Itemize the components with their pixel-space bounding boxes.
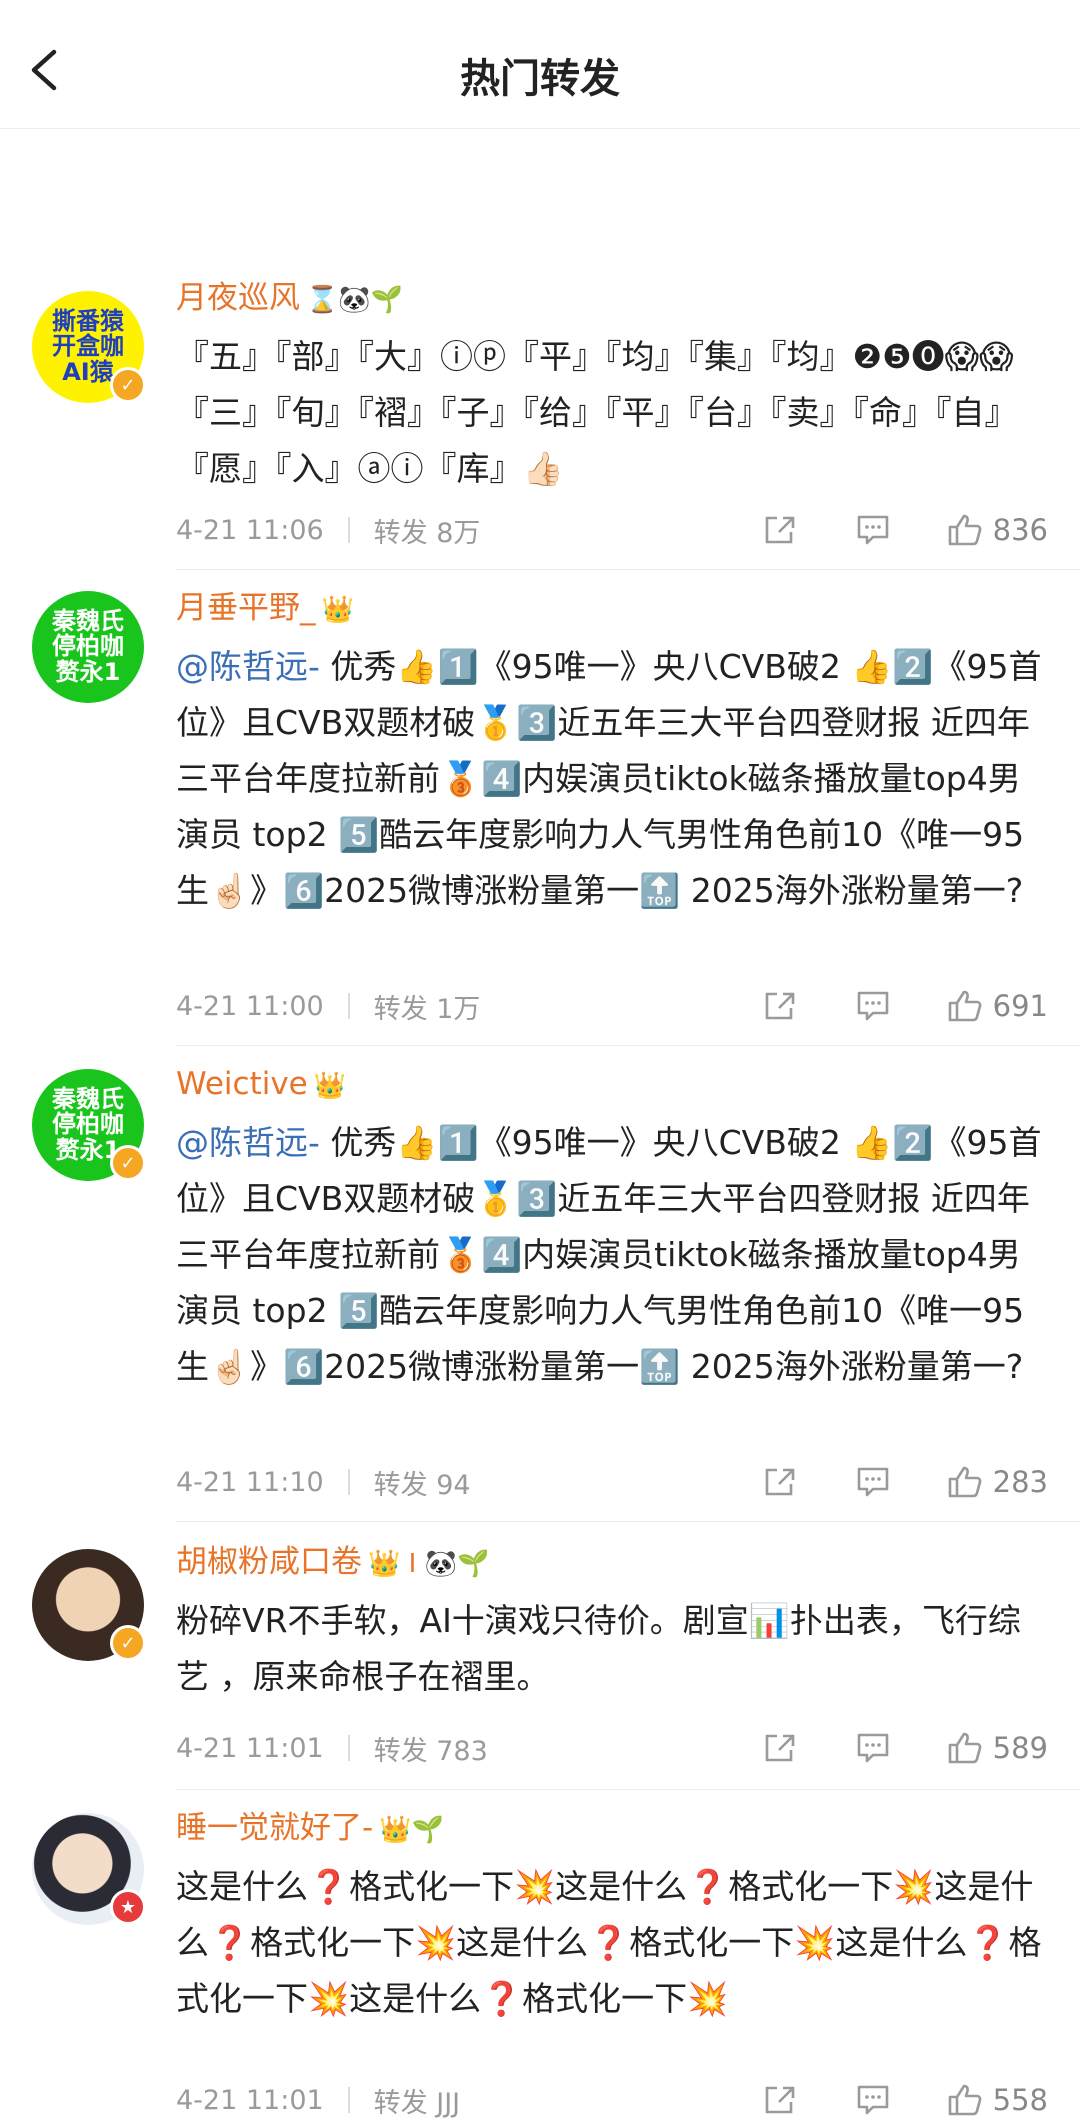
share-icon [765, 516, 794, 544]
verified-icon: ✓ [110, 367, 146, 403]
divider [176, 1045, 1080, 1046]
share-icon [765, 1468, 794, 1496]
like-button[interactable]: 283 [947, 1465, 1048, 1499]
user-badges: 👑 [321, 595, 354, 625]
meta-divider [347, 517, 350, 543]
username-row[interactable]: 月垂平野_ 👑 [176, 585, 1048, 631]
share-button[interactable] [763, 1466, 797, 1498]
post-time: 4-21 11:06 [176, 514, 324, 546]
like-count: 283 [992, 1465, 1048, 1499]
share-button[interactable] [763, 1732, 797, 1764]
post-text: 粉碎VR不手软，AI十演戏只待价。剧宣📊扑出表，飞行综艺 ，原来命根子在褶里。 [176, 1601, 1021, 1696]
share-button[interactable] [763, 514, 797, 546]
username-row[interactable]: 睡一觉就好了- 👑🌱 [176, 1805, 1048, 1851]
page-title: 热门转发 [460, 56, 620, 102]
user-badges: ⌛🐼🌱 [306, 285, 404, 315]
comment-icon [857, 1467, 888, 1497]
like-count: 589 [992, 1731, 1048, 1765]
repost-count: 转发 94 [373, 1469, 471, 1501]
username[interactable]: 胡椒粉咸口卷 [176, 1544, 362, 1580]
like-count: 558 [992, 2083, 1048, 2117]
avatar-text: 秦魏氏 停柏咖 赘永1 [52, 607, 124, 686]
comment-icon [857, 991, 888, 1021]
repost-count: 转发 8万 [373, 517, 481, 549]
share-icon [765, 992, 794, 1020]
verified-icon: ✓ [110, 1145, 146, 1181]
comment-button[interactable] [855, 989, 891, 1023]
top-bar: 热门转发 [0, 0, 1080, 129]
like-icon [948, 1466, 982, 1498]
meta-divider [347, 1735, 350, 1761]
comment-button[interactable] [855, 513, 891, 547]
divider [176, 1789, 1080, 1790]
comment-button[interactable] [855, 2083, 891, 2117]
post-time: 4-21 11:10 [176, 1466, 324, 1498]
post-time: 4-21 11:00 [176, 990, 324, 1022]
comment-button[interactable] [855, 1731, 891, 1765]
like-count: 691 [992, 989, 1048, 1023]
username[interactable]: 月垂平野_ [176, 590, 316, 626]
mention-link[interactable]: @陈哲远- [176, 1123, 320, 1162]
post-text-body: 优秀👍1️⃣《95唯一》央八CVB破2 👍2️⃣《95首位》且CVB双题材破🥇3… [176, 1123, 1042, 1386]
meta-divider [347, 2087, 350, 2113]
mention-link[interactable]: @陈哲远- [176, 647, 320, 686]
verified-icon: ★ [110, 1889, 146, 1925]
share-icon [765, 1734, 794, 1762]
like-count: 836 [992, 513, 1048, 547]
username[interactable]: 月夜巡风 [176, 280, 300, 316]
post-time: 4-21 11:01 [176, 1732, 324, 1764]
user-badges: 👑🌱 [379, 1815, 444, 1845]
like-button[interactable]: 558 [947, 2083, 1048, 2117]
like-button[interactable]: 836 [947, 513, 1048, 547]
meta-divider [347, 1469, 350, 1495]
username-row[interactable]: 胡椒粉咸口卷 👑 I 🐼🌱 [176, 1539, 1048, 1585]
repost-count: 转发 1万 [373, 993, 481, 1025]
post-text: @陈哲远- 优秀👍1️⃣《95唯一》央八CVB破2 👍2️⃣《95首位》且CVB… [176, 639, 1048, 919]
meta-divider [347, 993, 350, 1019]
verified-icon: ✓ [110, 1625, 146, 1661]
comment-icon [857, 2085, 888, 2115]
like-icon [948, 2084, 982, 2116]
comment-button[interactable] [855, 1465, 891, 1499]
repost-count: 转发 783 [373, 1735, 488, 1767]
share-button[interactable] [763, 990, 797, 1022]
comment-icon [857, 1733, 888, 1763]
share-button[interactable] [763, 2084, 797, 2116]
username[interactable]: 睡一觉就好了- [176, 1810, 373, 1846]
username-row[interactable]: Weictive 👑 [176, 1061, 1048, 1107]
divider [176, 569, 1080, 570]
post-text: @陈哲远- 优秀👍1️⃣《95唯一》央八CVB破2 👍2️⃣《95首位》且CVB… [176, 1115, 1048, 1395]
like-icon [948, 1732, 982, 1764]
like-icon [948, 514, 982, 546]
username[interactable]: Weictive [176, 1066, 308, 1102]
like-button[interactable]: 691 [947, 989, 1048, 1023]
avatar[interactable]: 秦魏氏 停柏咖 赘永1 [32, 591, 144, 703]
share-icon [765, 2086, 794, 2114]
post-text: 这是什么❓格式化一下💥这是什么❓格式化一下💥这是什么❓格式化一下💥这是什么❓格式… [176, 1867, 1042, 2018]
like-icon [948, 990, 982, 1022]
repost-count: 转发 JJJ [373, 2087, 461, 2119]
post-text: 『五』『部』『大』ⓘⓟ『平』『均』『集』『均』❷❺⓿😱😱『三』『旬』『褶』『子』… [176, 337, 1018, 488]
like-button[interactable]: 589 [947, 1731, 1048, 1765]
username-row[interactable]: 月夜巡风 ⌛🐼🌱 [176, 275, 1048, 321]
post-time: 4-21 11:01 [176, 2084, 324, 2116]
comment-icon [857, 515, 888, 545]
user-badges: 👑 I 🐼🌱 [368, 1549, 490, 1579]
post-text-body: 优秀👍1️⃣《95唯一》央八CVB破2 👍2️⃣《95首位》且CVB双题材破🥇3… [176, 647, 1042, 910]
divider [176, 1521, 1080, 1522]
user-badges: 👑 [313, 1071, 347, 1101]
